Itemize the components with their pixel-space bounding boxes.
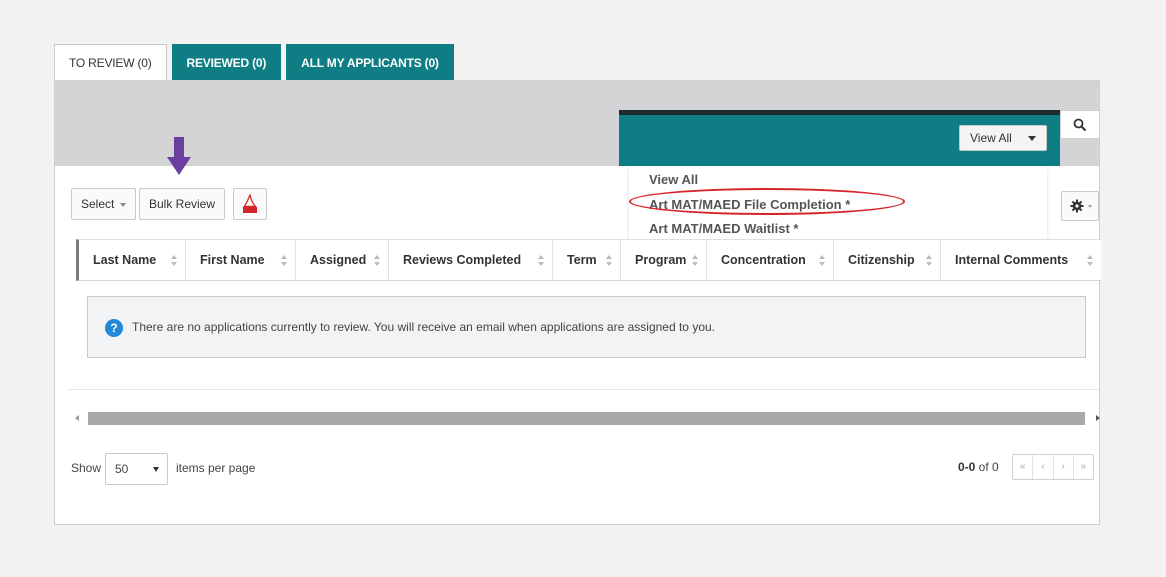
annotation-arrow-icon — [167, 137, 191, 175]
items-per-page-value: 50 — [115, 462, 129, 476]
tab-reviewed[interactable]: REVIEWED (0) — [171, 44, 282, 81]
column-label: Reviews Completed — [403, 253, 522, 267]
pagination-range: 0-0 of 0 — [958, 460, 999, 474]
scroll-left-icon[interactable] — [75, 415, 79, 421]
sort-icon — [692, 255, 698, 266]
pdf-export-button[interactable] — [233, 188, 267, 220]
horizontal-scrollbar[interactable] — [73, 412, 1102, 425]
sort-icon — [281, 255, 287, 266]
column-label: Internal Comments — [955, 253, 1069, 267]
bulk-review-button[interactable]: Bulk Review — [139, 188, 226, 220]
caret-down-icon — [1028, 136, 1036, 141]
view-all-dropdown-button[interactable]: View All — [959, 125, 1047, 151]
column-label: Concentration — [721, 253, 806, 267]
column-header-citizenship[interactable]: Citizenship — [834, 240, 941, 280]
dropdown-item-view-all[interactable]: View All — [649, 172, 698, 187]
previous-page-button[interactable]: ‹ — [1033, 455, 1054, 479]
caret-down-icon — [1088, 205, 1092, 208]
dropdown-item-waitlist[interactable]: Art MAT/MAED Waitlist * — [649, 221, 799, 236]
column-header-term[interactable]: Term — [553, 240, 621, 280]
caret-down-icon — [153, 467, 159, 472]
last-page-button[interactable]: » — [1074, 455, 1093, 479]
select-label: Select — [81, 197, 115, 211]
column-label: Citizenship — [848, 253, 915, 267]
tab-all-my-applicants[interactable]: ALL MY APPLICANTS (0) — [286, 44, 454, 81]
column-label: First Name — [200, 253, 265, 267]
column-header-internal-comments[interactable]: Internal Comments — [941, 240, 1101, 280]
items-per-page-select[interactable]: 50 — [105, 453, 168, 485]
sort-icon — [374, 255, 380, 266]
column-header-concentration[interactable]: Concentration — [707, 240, 834, 280]
caret-down-icon — [120, 202, 127, 207]
pagination-range-bold: 0-0 — [958, 460, 976, 474]
column-header-program[interactable]: Program — [621, 240, 707, 280]
next-page-button[interactable]: › — [1054, 455, 1074, 479]
sort-icon — [606, 255, 612, 266]
column-header-last-name[interactable]: Last Name — [79, 240, 186, 280]
column-label: Program — [635, 253, 687, 267]
annotation-highlight-oval — [629, 188, 905, 215]
column-header-first-name[interactable]: First Name — [186, 240, 296, 280]
pagination-controls: « ‹ › » — [1012, 454, 1094, 480]
items-per-page-label: items per page — [176, 461, 256, 475]
column-label: Assigned — [310, 253, 367, 267]
empty-state-text: There are no applications currently to r… — [132, 320, 715, 334]
tab-bar: TO REVIEW (0) REVIEWED (0) ALL MY APPLIC… — [54, 44, 459, 81]
first-page-button[interactable]: « — [1013, 455, 1034, 479]
question-circle-icon: ? — [105, 319, 123, 337]
table-header: Last Name First Name Assigned Reviews Co… — [76, 239, 1101, 281]
tab-to-review[interactable]: TO REVIEW (0) — [54, 44, 167, 81]
select-dropdown-button[interactable]: Select — [71, 188, 137, 220]
column-header-assigned[interactable]: Assigned — [296, 240, 389, 280]
show-label: Show — [71, 461, 102, 475]
pagination-range-rest: of 0 — [975, 460, 999, 474]
sort-icon — [538, 255, 544, 266]
sort-icon — [926, 255, 932, 266]
scrollbar-thumb[interactable] — [88, 412, 1085, 425]
sort-icon — [819, 255, 825, 266]
empty-state-message: ? There are no applications currently to… — [87, 296, 1086, 358]
column-label: Term — [567, 253, 597, 267]
search-button[interactable] — [1060, 110, 1100, 139]
sort-icon — [171, 255, 177, 266]
column-header-reviews-completed[interactable]: Reviews Completed — [389, 240, 553, 280]
column-label: Last Name — [93, 253, 157, 267]
search-icon — [1073, 118, 1087, 132]
gear-icon — [1070, 199, 1084, 213]
sort-icon — [1087, 255, 1093, 266]
scroll-right-icon[interactable] — [1096, 415, 1100, 421]
divider — [68, 389, 1099, 390]
settings-button[interactable] — [1061, 191, 1099, 221]
pdf-icon — [242, 194, 257, 213]
review-panel: View All View All Art MAT/MAED File Comp… — [54, 80, 1102, 525]
view-all-label: View All — [970, 131, 1012, 145]
